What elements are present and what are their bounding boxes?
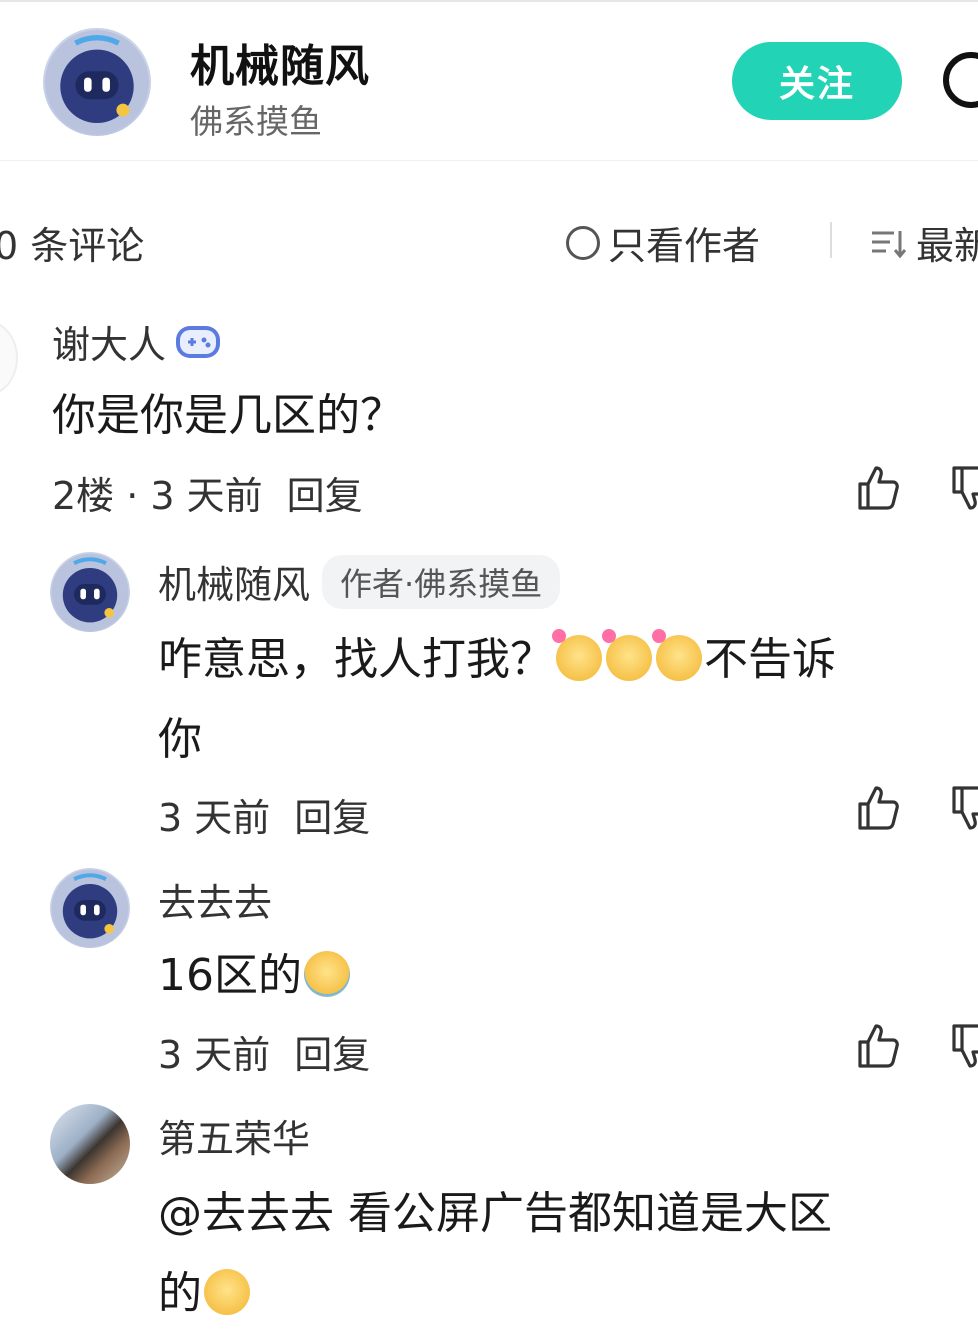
comment-1-header: 谢大人 [52,314,222,369]
robot-avatar-icon [51,869,129,947]
header-divider [0,160,978,161]
sort-label: 最新 [916,224,978,268]
grinning-heart-emoji [652,629,702,681]
comment-text-part: 咋意思，找人打我？ [158,634,554,685]
top-divider [0,0,978,2]
thumbs-up-icon[interactable] [854,1020,906,1072]
comment-text-part: 的 [158,1268,202,1319]
comment-meta: 3 天前 回复 [158,787,370,842]
comment-username[interactable]: 去去去 [158,872,272,927]
gamepad-icon [176,325,221,358]
comment-text: 咋意思，找人打我？ 不告诉 [158,620,958,700]
comment-2-header: 机械随风 作者·佛系摸鱼 [158,554,561,609]
grinning-heart-emoji [552,629,602,681]
sort-button[interactable]: 最新 [868,215,978,270]
comment-meta: 3 天前 回复 [158,1024,370,1079]
author-only-label: 只看作者 [608,224,761,268]
comment-floor-time: 2楼 · 3 天前 [52,474,263,518]
reply-button[interactable]: 回复 [287,465,363,520]
grinning-heart-emoji [602,629,652,681]
comment-text-wrap: 你 [158,714,202,765]
follow-button[interactable]: 关注 [732,42,902,120]
reply-button[interactable]: 回复 [294,787,370,842]
comment-time: 3 天前 [158,796,271,840]
reply-button[interactable]: 回复 [294,1024,370,1079]
avatar[interactable] [50,1104,130,1184]
robot-avatar-icon [51,553,129,631]
toolbar-divider [830,222,832,258]
sort-icon [872,230,907,258]
comment-username[interactable]: 机械随风 [158,554,310,609]
comment-username[interactable]: 第五荣华 [158,1108,310,1163]
author-tag-badge: 作者·佛系摸鱼 [322,554,561,609]
comment-text-wrap: 的 [158,1254,252,1334]
comment-count: 0 条评论 [0,224,145,268]
avatar[interactable] [50,868,130,948]
comment-username[interactable]: 谢大人 [52,314,166,369]
avatar[interactable] [50,552,130,632]
robot-avatar-icon [45,30,149,134]
comment-text: 16区的 [158,936,352,1016]
author-only-toggle[interactable]: 只看作者 [566,215,760,270]
comment-time: 3 天前 [158,1033,271,1077]
comment-text-part: 不告诉 [704,634,836,685]
crying-emoji [304,951,350,997]
comment-text: 你是你是几区的？ [52,390,404,441]
emoji [204,1269,250,1315]
radio-circle-icon [566,225,600,260]
author-avatar[interactable] [43,28,151,136]
author-signature: 佛系摸鱼 [190,102,322,141]
thumbs-up-icon[interactable] [854,782,906,834]
comment-meta: 2楼 · 3 天前 回复 [52,465,363,520]
thumbs-up-icon[interactable] [854,462,906,514]
thumbs-down-icon[interactable] [948,1020,978,1072]
thumbs-down-icon[interactable] [948,782,978,834]
avatar[interactable] [0,320,18,396]
comment-text-part: 16区的 [158,950,302,1001]
page-title: 机械随风 [190,41,370,92]
more-options-icon[interactable] [943,52,978,108]
comment-text: @去去去 看公屏广告都知道是大区 [158,1188,832,1239]
thumbs-down-icon[interactable] [948,462,978,514]
